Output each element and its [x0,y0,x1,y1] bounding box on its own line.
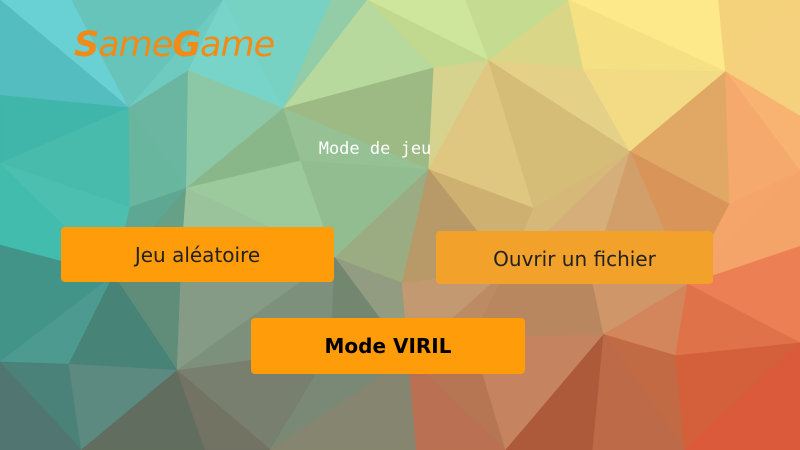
open-file-label: Ouvrir un fichier [493,246,656,271]
samegame-logo: SameGame [74,25,275,65]
open-file-button[interactable]: Ouvrir un fichier [436,231,713,284]
random-game-label: Jeu aléatoire [134,242,261,267]
random-game-button[interactable]: Jeu aléatoire [61,227,334,282]
viril-mode-label: Mode VIRIL [324,334,452,358]
viril-mode-button[interactable]: Mode VIRIL [251,318,525,374]
game-mode-title: Mode de jeu [318,139,432,159]
low-poly-background [0,0,800,450]
